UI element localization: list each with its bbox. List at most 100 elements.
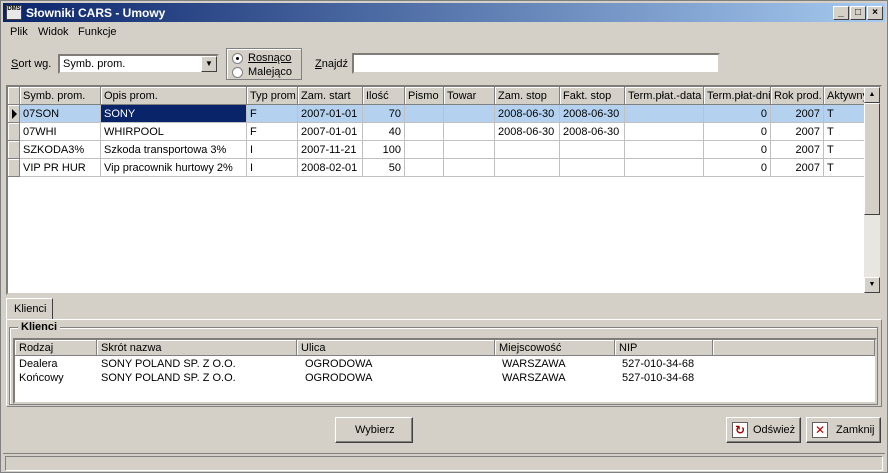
table-cell[interactable] bbox=[405, 105, 444, 123]
table-cell[interactable]: T bbox=[824, 123, 868, 141]
grid-scrollbar[interactable]: ▲ ▼ bbox=[864, 87, 880, 293]
table-cell[interactable]: 0 bbox=[704, 105, 771, 123]
table-cell[interactable]: VIP PR HUR bbox=[20, 159, 101, 177]
column-header[interactable]: Symb. prom. bbox=[20, 87, 101, 105]
column-header[interactable]: Aktywny bbox=[824, 87, 868, 105]
table-cell[interactable]: 2008-06-30 bbox=[495, 123, 560, 141]
table-cell[interactable] bbox=[444, 123, 495, 141]
column-header[interactable]: Ilość bbox=[363, 87, 405, 105]
menu-plik[interactable]: Plik bbox=[10, 26, 28, 38]
table-cell[interactable] bbox=[560, 141, 625, 159]
list-item-cell[interactable]: WARSZAWA bbox=[498, 372, 566, 384]
list-item-cell[interactable]: SONY POLAND SP. Z O.O. bbox=[97, 372, 236, 384]
minimize-button[interactable]: _ bbox=[833, 6, 849, 20]
column-header[interactable]: Typ prom. bbox=[247, 87, 298, 105]
scroll-up-icon[interactable]: ▲ bbox=[864, 87, 880, 103]
table-cell[interactable]: 50 bbox=[363, 159, 405, 177]
table-cell[interactable]: SZKODA3% bbox=[20, 141, 101, 159]
table-cell[interactable]: 0 bbox=[704, 159, 771, 177]
table-cell[interactable]: T bbox=[824, 105, 868, 123]
table-cell[interactable]: 2007 bbox=[771, 105, 824, 123]
chevron-down-icon[interactable]: ▼ bbox=[201, 56, 217, 72]
table-cell[interactable]: Szkoda transportowa 3% bbox=[101, 141, 247, 159]
radio-ascending[interactable]: Rosnąco bbox=[232, 52, 302, 65]
table-cell[interactable] bbox=[405, 123, 444, 141]
find-input[interactable] bbox=[352, 53, 720, 74]
table-cell[interactable]: 2007-01-01 bbox=[298, 105, 363, 123]
list-item-cell[interactable]: Dealera bbox=[15, 358, 58, 370]
column-header[interactable]: Term.płat-dni bbox=[704, 87, 771, 105]
column-header[interactable]: Zam. start bbox=[298, 87, 363, 105]
table-cell[interactable]: I bbox=[247, 141, 298, 159]
table-cell[interactable]: 07SON bbox=[20, 105, 101, 123]
tab-klienci[interactable]: Klienci bbox=[6, 298, 53, 320]
scroll-down-icon[interactable]: ▼ bbox=[864, 277, 880, 293]
scroll-thumb[interactable] bbox=[864, 103, 880, 215]
table-cell[interactable]: WHIRPOOL bbox=[101, 123, 247, 141]
table-cell[interactable]: 2007-01-01 bbox=[298, 123, 363, 141]
table-cell[interactable]: F bbox=[247, 105, 298, 123]
table-cell[interactable]: F bbox=[247, 123, 298, 141]
column-header[interactable]: Ulica bbox=[297, 340, 495, 356]
table-cell[interactable]: Vip pracownik hurtowy 2% bbox=[101, 159, 247, 177]
column-header[interactable]: Term.płat.-data bbox=[625, 87, 704, 105]
table-cell[interactable] bbox=[625, 123, 704, 141]
select-button[interactable]: Wybierz bbox=[335, 417, 413, 443]
table-cell[interactable]: 70 bbox=[363, 105, 405, 123]
list-item-cell[interactable]: OGRODOWA bbox=[301, 372, 372, 384]
table-cell[interactable]: T bbox=[824, 141, 868, 159]
table-cell[interactable]: 2007 bbox=[771, 141, 824, 159]
list-item-cell[interactable]: SONY POLAND SP. Z O.O. bbox=[97, 358, 236, 370]
table-cell[interactable]: I bbox=[247, 159, 298, 177]
table-cell[interactable] bbox=[444, 105, 495, 123]
table-cell[interactable]: 0 bbox=[704, 123, 771, 141]
radio-descending[interactable]: Malejąco bbox=[232, 66, 302, 79]
menu-funkcje[interactable]: Funkcje bbox=[78, 26, 117, 38]
column-header[interactable]: Towar bbox=[444, 87, 495, 105]
column-header[interactable]: Pismo bbox=[405, 87, 444, 105]
table-cell[interactable] bbox=[625, 159, 704, 177]
close-window-button[interactable]: × bbox=[867, 6, 883, 20]
sort-select[interactable]: Symb. prom. ▼ bbox=[58, 54, 219, 74]
table-cell[interactable] bbox=[625, 105, 704, 123]
table-cell[interactable] bbox=[625, 141, 704, 159]
list-item-cell[interactable]: 527-010-34-68 bbox=[618, 372, 694, 384]
table-cell[interactable] bbox=[405, 159, 444, 177]
table-cell[interactable]: 2007-11-21 bbox=[298, 141, 363, 159]
menu-widok[interactable]: Widok bbox=[38, 26, 69, 38]
maximize-button[interactable]: □ bbox=[850, 6, 866, 20]
column-header[interactable]: Miejscowość bbox=[495, 340, 615, 356]
table-cell[interactable]: 2008-06-30 bbox=[495, 105, 560, 123]
list-item-cell[interactable]: OGRODOWA bbox=[301, 358, 372, 370]
table-cell[interactable]: 2007 bbox=[771, 159, 824, 177]
table-cell[interactable] bbox=[495, 159, 560, 177]
column-header[interactable]: Rodzaj bbox=[15, 340, 97, 356]
table-cell[interactable]: 2008-06-30 bbox=[560, 105, 625, 123]
column-header[interactable]: Opis prom. bbox=[101, 87, 247, 105]
table-cell[interactable]: T bbox=[824, 159, 868, 177]
column-header[interactable]: Skrót nazwa bbox=[97, 340, 297, 356]
table-cell[interactable] bbox=[405, 141, 444, 159]
table-cell[interactable]: 40 bbox=[363, 123, 405, 141]
column-header[interactable]: Rok prod. bbox=[771, 87, 824, 105]
table-cell[interactable]: 2008-02-01 bbox=[298, 159, 363, 177]
table-cell[interactable]: 2007 bbox=[771, 123, 824, 141]
refresh-button[interactable]: ↻ Odśwież bbox=[726, 417, 801, 443]
column-header[interactable]: NIP bbox=[615, 340, 713, 356]
close-button[interactable]: ✕ Zamknij bbox=[806, 417, 881, 443]
list-item-cell[interactable]: 527-010-34-68 bbox=[618, 358, 694, 370]
list-item-cell[interactable]: Końcowy bbox=[15, 372, 64, 384]
column-header[interactable]: Fakt. stop bbox=[560, 87, 625, 105]
table-cell[interactable]: 07WHI bbox=[20, 123, 101, 141]
table-cell[interactable]: 0 bbox=[704, 141, 771, 159]
list-item-cell[interactable]: WARSZAWA bbox=[498, 358, 566, 370]
table-cell[interactable] bbox=[560, 159, 625, 177]
table-cell[interactable] bbox=[495, 141, 560, 159]
title-bar[interactable]: DMS Słowniki CARS - Umowy _ □ × bbox=[3, 3, 885, 22]
column-header[interactable]: Zam. stop bbox=[495, 87, 560, 105]
table-cell[interactable]: SONY bbox=[101, 105, 247, 123]
table-cell[interactable]: 100 bbox=[363, 141, 405, 159]
table-cell[interactable] bbox=[444, 159, 495, 177]
table-cell[interactable]: 2008-06-30 bbox=[560, 123, 625, 141]
table-cell[interactable] bbox=[444, 141, 495, 159]
